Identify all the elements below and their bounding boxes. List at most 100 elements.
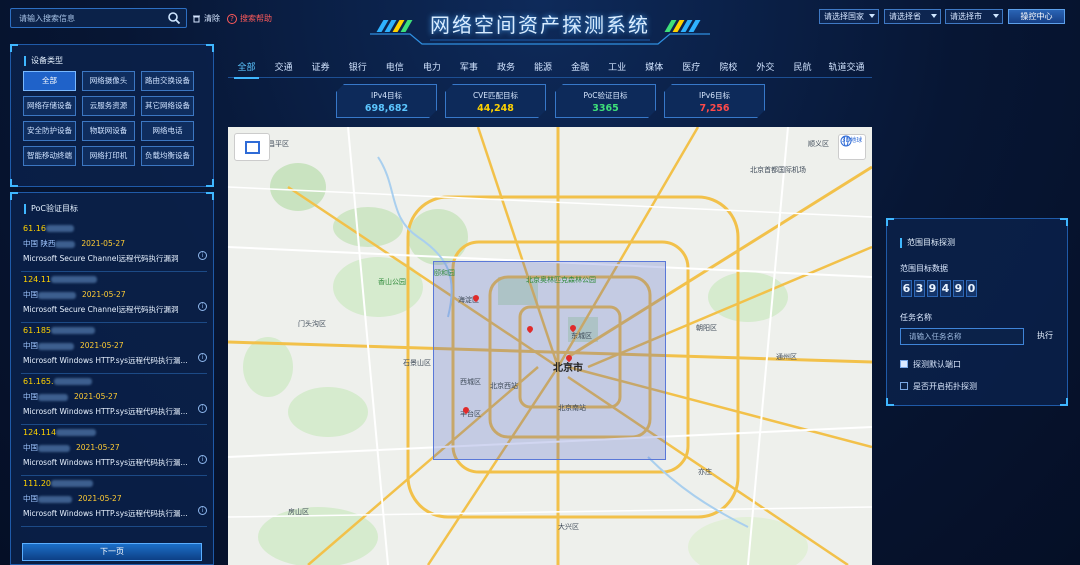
category-tab[interactable]: 轨道交通 — [821, 58, 872, 77]
poc-desc: Microsoft Secure Channel远程代码执行漏洞 — [23, 305, 179, 314]
selection-rectangle[interactable] — [433, 261, 666, 460]
info-icon[interactable]: i — [198, 302, 207, 311]
count-digit: 9 — [953, 280, 964, 297]
device-type-button[interactable]: 其它网络设备 — [141, 96, 194, 116]
poc-meta: 中国 陕西 2021-05-27 — [23, 238, 125, 249]
rectangle-select-tool[interactable] — [234, 133, 270, 161]
clear-link[interactable]: 清除 — [192, 13, 220, 24]
label-beijing-south: 北京南站 — [558, 404, 586, 412]
map[interactable]: 北京市 石景山区 西城区 东城区 海淀区 丰台区 朝阳区 通州区 门头沟区 北京… — [228, 127, 872, 565]
redacted-mask — [56, 429, 97, 436]
province-select[interactable]: 请选择省 — [884, 9, 941, 24]
stat-label: IPv4目标 — [371, 91, 402, 100]
category-tab[interactable]: 工业 — [599, 58, 636, 77]
city-select[interactable]: 请选择市 — [945, 9, 1003, 24]
category-tab[interactable]: 交通 — [265, 58, 302, 77]
device-type-button[interactable]: 物联网设备 — [82, 121, 135, 141]
poc-ip-text: 61.185 — [23, 326, 51, 335]
category-tab[interactable]: 证券 — [302, 58, 339, 77]
label-daxing: 大兴区 — [558, 523, 579, 531]
device-type-button[interactable]: 网络存储设备 — [23, 96, 76, 116]
category-tab[interactable]: 全部 — [228, 58, 265, 79]
category-tab[interactable]: 民航 — [784, 58, 821, 77]
count-digit: 0 — [966, 280, 977, 297]
device-type-button[interactable]: 智能移动终端 — [23, 146, 76, 166]
trash-icon — [193, 15, 200, 23]
poc-list-item[interactable]: 111.20 中国 2021-05-27 Microsoft Windows HTTP… — [21, 476, 207, 527]
stat-label: PoC验证目标 — [583, 91, 628, 100]
category-tab[interactable]: 能源 — [525, 58, 562, 77]
category-tab[interactable]: 电信 — [376, 58, 413, 77]
category-tab[interactable]: 电力 — [413, 58, 450, 77]
poc-list: 61.16 中国 陕西 2021-05-27 Microsoft Secure Cha… — [21, 221, 207, 527]
device-type-button[interactable]: 路由交换设备 — [141, 71, 194, 91]
device-type-button[interactable]: 云服务资源 — [82, 96, 135, 116]
redacted-mask — [38, 393, 68, 401]
poc-ip-text: 61.16 — [23, 224, 46, 233]
poc-list-item[interactable]: 124.11 中国 2021-05-27 Microsoft Secure Chann… — [21, 272, 207, 323]
poc-ip: 124.114 — [23, 428, 97, 437]
device-type-button[interactable]: 负载均衡设备 — [141, 146, 194, 166]
category-tab[interactable]: 院校 — [710, 58, 747, 77]
poc-ip: 124.11 — [23, 275, 97, 284]
search-input[interactable] — [19, 13, 164, 23]
device-type-button[interactable]: 安全防护设备 — [23, 121, 76, 141]
device-type-button[interactable]: 网络摄像头 — [82, 71, 135, 91]
poc-list-item[interactable]: 61.16 中国 陕西 2021-05-27 Microsoft Secure Cha… — [21, 221, 207, 272]
poc-date: 2021-05-27 — [74, 392, 118, 401]
device-type-button[interactable]: 全部 — [23, 71, 76, 91]
square-icon — [245, 141, 260, 154]
poc-date: 2021-05-27 — [80, 341, 124, 350]
label-fangshan: 房山区 — [288, 508, 309, 516]
poc-list-item[interactable]: 124.114 中国 2021-05-27 Microsoft Windows HTT… — [21, 425, 207, 476]
search-icon[interactable] — [167, 11, 181, 25]
label-yizhuang: 亦庄 — [698, 468, 712, 476]
country-select[interactable]: 请选择国家 — [819, 9, 879, 24]
info-icon[interactable]: i — [198, 506, 207, 515]
info-icon[interactable]: i — [198, 455, 207, 464]
execute-button[interactable]: 执行 — [1037, 330, 1053, 341]
info-icon[interactable]: i — [198, 353, 207, 362]
label-olympic: 北京奥林匹克森林公园 — [526, 276, 596, 284]
device-type-button[interactable]: 网络打印机 — [82, 146, 135, 166]
redacted-mask — [38, 342, 74, 350]
label-tongzhou: 通州区 — [776, 353, 797, 361]
poc-date: 2021-05-27 — [78, 494, 122, 503]
label-shijingshan: 石景山区 — [403, 359, 431, 367]
category-tab[interactable]: 军事 — [450, 58, 487, 77]
info-icon[interactable]: i — [198, 251, 207, 260]
device-type-button[interactable]: 网络电话 — [141, 121, 194, 141]
category-tab[interactable]: 媒体 — [636, 58, 673, 77]
poc-meta: 中国 2021-05-27 — [23, 391, 118, 402]
next-page-button[interactable]: 下一页 — [22, 543, 202, 561]
category-tab[interactable]: 外交 — [747, 58, 784, 77]
poc-list-item[interactable]: 61.185 中国 2021-05-27 Microsoft Windows HTTP… — [21, 323, 207, 374]
info-icon[interactable]: i — [198, 404, 207, 413]
stat-value: 44,248 — [477, 103, 514, 114]
poc-meta: 中国 2021-05-27 — [23, 493, 122, 504]
poc-desc: Microsoft Windows HTTP.sys远程代码执行漏... — [23, 407, 188, 416]
category-tab[interactable]: 医疗 — [673, 58, 710, 77]
count-digit: 9 — [927, 280, 938, 297]
poc-ip: 61.16 — [23, 224, 74, 233]
stat-value: 7,256 — [699, 103, 730, 114]
redacted-mask — [38, 291, 76, 299]
task-name-input[interactable] — [900, 328, 1024, 345]
poc-country: 中国 — [23, 290, 38, 299]
ops-center-button[interactable]: 操控中心 — [1008, 9, 1065, 24]
category-tab[interactable]: 金融 — [562, 58, 599, 77]
default-port-checkbox[interactable] — [900, 360, 908, 368]
search-box[interactable] — [10, 8, 187, 28]
category-tab[interactable]: 政务 — [487, 58, 524, 77]
poc-ip-text: 124.11 — [23, 275, 51, 284]
redacted-mask — [45, 225, 74, 232]
default-port-label: 探测默认端口 — [913, 360, 961, 369]
topology-checkbox[interactable] — [900, 382, 908, 390]
poc-list-item[interactable]: 61.165. 中国 2021-05-27 Microsoft Windows HTT… — [21, 374, 207, 425]
poc-ip-text: 61.165. — [23, 377, 54, 386]
category-tab[interactable]: 银行 — [339, 58, 376, 77]
search-help-link[interactable]: ? 搜索帮助 — [227, 13, 272, 24]
poc-country: 中国 — [23, 494, 38, 503]
3d-earth-button[interactable]: 3D地球 — [838, 134, 866, 160]
app-title: 网络空间资产探测系统 — [430, 13, 650, 37]
